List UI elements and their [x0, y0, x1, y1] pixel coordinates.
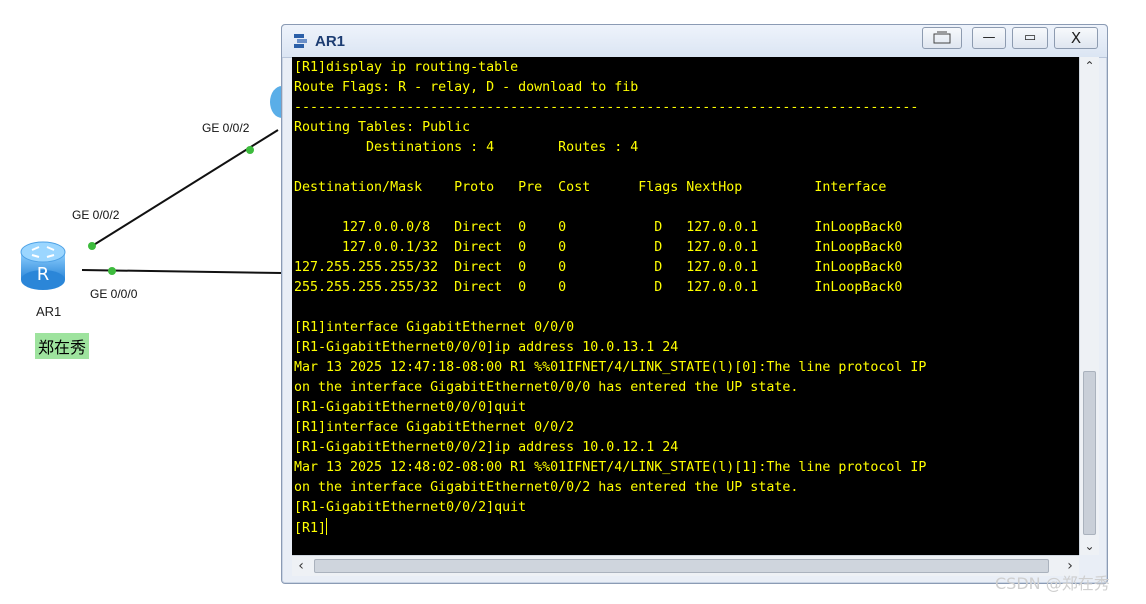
title-bar[interactable]: AR1 — ▭ X: [282, 25, 1107, 58]
terminal-line: [R1-GigabitEthernet0/0/2]ip address 10.0…: [294, 440, 679, 455]
svg-text:R: R: [37, 264, 50, 285]
horizontal-scroll-thumb[interactable]: [314, 559, 1049, 573]
terminal-line: 127.255.255.255/32 Direct 0 0 D 127.0.0.…: [294, 260, 903, 275]
terminal-console[interactable]: [R1]display ip routing-table Route Flags…: [292, 57, 1079, 555]
vertical-scrollbar[interactable]: ⌃ ⌄: [1079, 57, 1099, 555]
terminal-line: Routing Tables: Public: [294, 120, 471, 135]
terminal-line: Mar 13 2025 12:47:18-08:00 R1 %%01IFNET/…: [294, 360, 927, 375]
terminal-line: [R1]: [294, 521, 327, 536]
annotation-note: 郑在秀: [35, 333, 90, 359]
text-cursor: [326, 518, 328, 535]
scroll-left-icon[interactable]: ‹: [292, 556, 310, 576]
terminal-line: on the interface GigabitEthernet0/0/2 ha…: [294, 480, 799, 495]
terminal-line: Mar 13 2025 12:48:02-08:00 R1 %%01IFNET/…: [294, 460, 927, 475]
port-label-upper: GE 0/0/2: [202, 121, 250, 135]
horizontal-scrollbar[interactable]: ‹ ›: [292, 555, 1079, 576]
port-status-dot: [88, 242, 96, 250]
port-label-router-lower: GE 0/0/0: [90, 287, 138, 301]
maximize-button[interactable]: ▭: [1012, 27, 1048, 49]
terminal-line: 127.0.0.0/8 Direct 0 0 D 127.0.0.1 InLoo…: [294, 220, 903, 235]
terminal-line: on the interface GigabitEthernet0/0/0 ha…: [294, 380, 799, 395]
terminal-line: [R1-GigabitEthernet0/0/0]ip address 10.0…: [294, 340, 679, 355]
port-status-dot: [108, 267, 116, 275]
window-title: AR1: [315, 33, 346, 50]
vertical-scroll-thumb[interactable]: [1083, 371, 1096, 535]
terminal-line: [R1]interface GigabitEthernet 0/0/2: [294, 420, 575, 435]
terminal-window: AR1 — ▭ X [R1]display ip routing-table R…: [281, 24, 1108, 584]
terminal-line: 255.255.255.255/32 Direct 0 0 D 127.0.0.…: [294, 280, 903, 295]
terminal-line: Route Flags: R - relay, D - download to …: [294, 80, 639, 95]
terminal-line: Destination/Mask Proto Pre Cost Flags Ne…: [294, 180, 887, 195]
terminal-output: [R1]display ip routing-table Route Flags…: [294, 58, 926, 539]
scroll-down-icon[interactable]: ⌄: [1080, 537, 1099, 555]
terminal-line: Destinations : 4 Routes : 4: [294, 140, 639, 155]
close-button[interactable]: X: [1054, 27, 1098, 49]
terminal-line: 127.0.0.1/32 Direct 0 0 D 127.0.0.1 InLo…: [294, 240, 903, 255]
terminal-line: [R1]display ip routing-table: [294, 60, 519, 75]
network-app-icon: [294, 34, 307, 48]
terminal-line: [R1-GigabitEthernet0/0/0]quit: [294, 400, 527, 415]
port-label-router-upper: GE 0/0/2: [72, 208, 120, 222]
scroll-up-icon[interactable]: ⌃: [1080, 57, 1099, 75]
watermark: CSDN @郑在秀: [995, 574, 1110, 593]
restore-button[interactable]: [922, 27, 962, 49]
router-icon[interactable]: R: [20, 238, 66, 294]
terminal-line: [R1]interface GigabitEthernet 0/0/0: [294, 320, 575, 335]
terminal-line: [R1-GigabitEthernet0/0/2]quit: [294, 500, 527, 515]
minimize-button[interactable]: —: [972, 27, 1006, 49]
restore-icon: [933, 31, 951, 44]
terminal-line: ----------------------------------------…: [294, 100, 919, 115]
port-status-dot: [246, 146, 254, 154]
router-name-label: AR1: [36, 304, 62, 319]
